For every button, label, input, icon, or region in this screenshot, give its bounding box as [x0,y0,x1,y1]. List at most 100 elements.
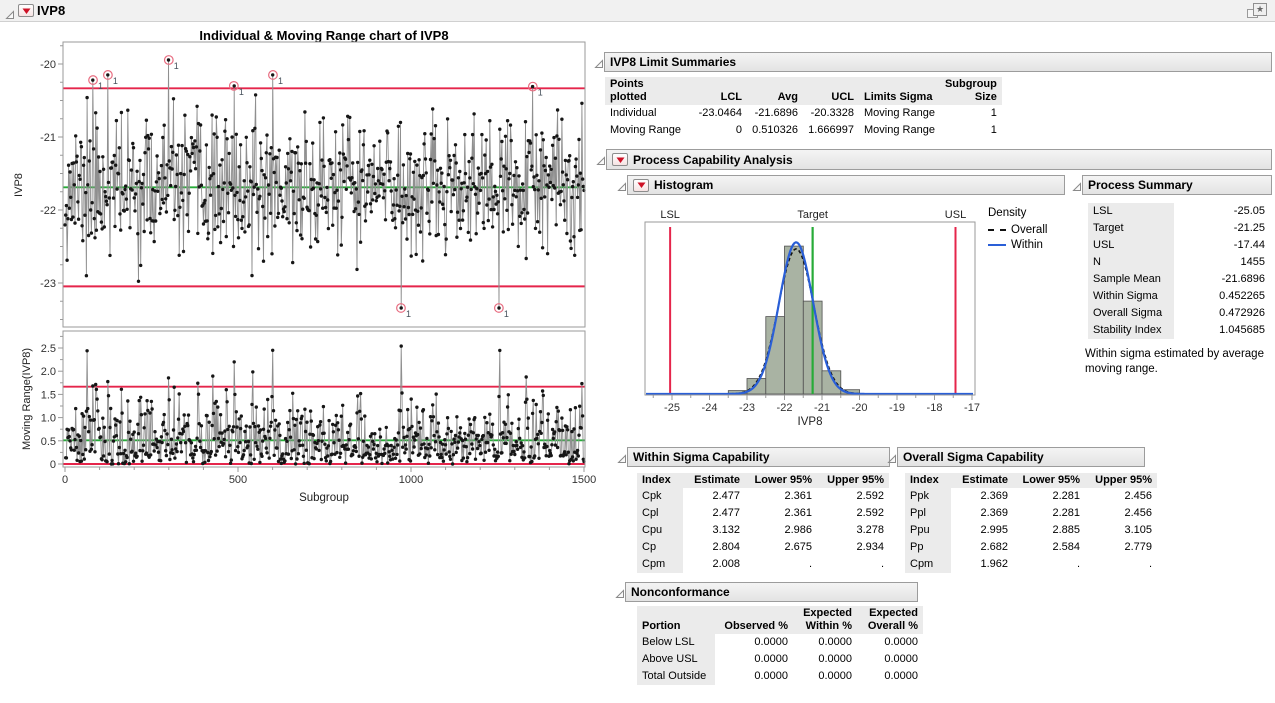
table-cell: 2.885 [1013,522,1085,539]
table-cell: N [1088,254,1174,271]
within-capability-table: IndexEstimateLower 95%Upper 95%Cpk2.4772… [637,473,889,573]
within-sigma-note: Within sigma estimated by average moving… [1085,347,1275,377]
table-row: Cpk2.4772.3612.592 [637,488,889,505]
svg-text:2.5: 2.5 [41,343,56,355]
table-cell: 1.666997 [803,122,859,139]
table-cell: Ppu [905,522,951,539]
individual-moving-range-chart[interactable]: 11111111-20-21-22-2300.51.01.52.02.50500… [0,25,600,510]
report-title: IVP8 [37,3,65,18]
column-header: Portion [637,606,715,634]
table-cell: Moving Range [859,122,940,139]
disclosure-triangle-icon[interactable] [5,7,15,17]
svg-text:Subgroup: Subgroup [299,492,349,504]
column-header: UCL [803,77,859,105]
table-row: Moving Range00.5103261.666997Moving Rang… [605,122,1002,139]
table-cell: Sample Mean [1088,271,1174,288]
table-row: Pp2.6822.5842.779 [905,539,1157,556]
table-cell: 2.995 [951,522,1013,539]
table-cell: 2.369 [951,505,1013,522]
column-header: Points plotted [605,77,689,105]
table-cell: 2.477 [683,505,745,522]
table-cell: LSL [1088,203,1174,220]
table-row: Ppk2.3692.2812.456 [905,488,1157,505]
star-frame-icon: ★ [1253,3,1267,16]
svg-text:1: 1 [406,309,411,319]
process-summary-header[interactable]: Process Summary [1082,175,1272,195]
svg-text:USL: USL [945,209,966,221]
table-row: Sample Mean-21.6896 [1088,271,1270,288]
disclosure-triangle-icon[interactable] [1072,179,1082,189]
table-cell: Cpl [637,505,683,522]
table-cell: 2.592 [817,505,889,522]
table-cell: 2.592 [817,488,889,505]
column-header: Expected Within % [793,606,857,634]
nonconformance-header[interactable]: Nonconformance [625,582,918,602]
svg-text:-21: -21 [814,402,830,414]
svg-text:-19: -19 [889,402,905,414]
process-capability-header[interactable]: Process Capability Analysis [606,149,1272,170]
window-layers-icon[interactable]: ★ [1247,3,1268,19]
process-capability-header-label: Process Capability Analysis [633,153,793,167]
table-row: Cpu3.1322.9863.278 [637,522,889,539]
disclosure-triangle-icon[interactable] [615,586,625,596]
table-cell: -21.6896 [747,105,803,122]
table-row: Cpl2.4772.3612.592 [637,505,889,522]
disclosure-triangle-icon[interactable] [887,451,897,461]
table-cell: -21.6896 [1174,271,1270,288]
svg-text:1.5: 1.5 [41,389,56,401]
table-cell: 0.472926 [1174,305,1270,322]
overall-capability-header[interactable]: Overall Sigma Capability [897,447,1145,467]
table-cell: 2.008 [683,556,745,573]
within-capability-header[interactable]: Within Sigma Capability [627,447,890,467]
svg-text:1500: 1500 [572,474,596,486]
table-row: N1455 [1088,254,1270,271]
table-cell: 2.779 [1085,539,1157,556]
svg-text:IVP8: IVP8 [798,416,823,428]
table-cell: Individual [605,105,689,122]
red-triangle-menu-button[interactable] [612,153,628,166]
disclosure-triangle-icon[interactable] [594,56,604,66]
svg-text:1000: 1000 [399,474,423,486]
svg-text:1: 1 [174,61,179,71]
histogram-header[interactable]: Histogram [627,175,1065,195]
disclosure-triangle-icon[interactable] [596,153,606,163]
table-cell: Moving Range [859,105,940,122]
table-cell: 2.361 [745,488,817,505]
table-cell: -17.44 [1174,237,1270,254]
table-cell: 0.0000 [857,651,923,668]
table-cell: 2.584 [1013,539,1085,556]
table-cell: Moving Range [605,122,689,139]
red-triangle-menu-button[interactable] [18,4,34,17]
column-header: Lower 95% [745,473,817,488]
column-header: Estimate [683,473,745,488]
red-triangle-menu-button[interactable] [633,179,649,192]
within-solid-line-icon [988,244,1006,246]
svg-text:-22: -22 [40,205,56,217]
table-cell: . [1013,556,1085,573]
table-cell: 0.0000 [857,668,923,685]
table-cell: 0.0000 [793,634,857,651]
disclosure-triangle-icon[interactable] [617,451,627,461]
table-cell: Above USL [637,651,715,668]
column-header: Index [905,473,951,488]
table-cell: Ppk [905,488,951,505]
table-cell: 3.132 [683,522,745,539]
column-header: Avg [747,77,803,105]
histogram-header-label: Histogram [654,178,713,192]
table-cell: 0.452265 [1174,288,1270,305]
table-cell: Pp [905,539,951,556]
svg-text:2.0: 2.0 [41,366,56,378]
svg-text:0: 0 [50,459,56,471]
svg-text:-25: -25 [664,402,680,414]
disclosure-triangle-icon[interactable] [617,179,627,189]
svg-text:0.5: 0.5 [41,436,56,448]
limit-summaries-header[interactable]: IVP8 Limit Summaries [604,52,1272,72]
svg-text:1: 1 [504,309,509,319]
overall-capability-header-label: Overall Sigma Capability [903,450,1044,464]
table-cell: 0.0000 [715,668,793,685]
table-row: Cp2.8042.6752.934 [637,539,889,556]
table-row: Within Sigma0.452265 [1088,288,1270,305]
table-cell: 1.045685 [1174,322,1270,339]
table-cell: 0.510326 [747,122,803,139]
svg-text:500: 500 [229,474,247,486]
